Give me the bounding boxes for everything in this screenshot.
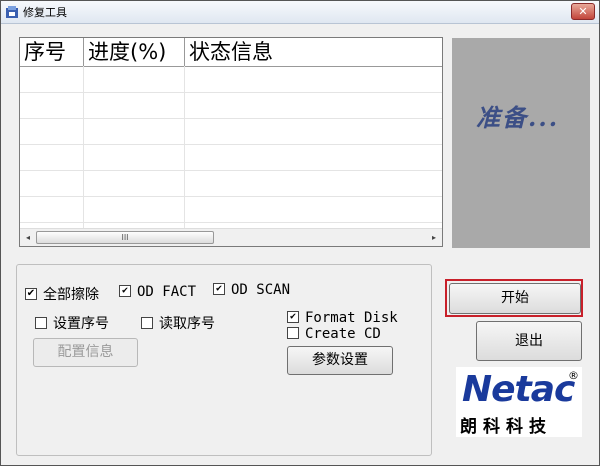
repair-tool-window: 修复工具 ✕ 序号 进度(%) 状态信息 ◂ III ▸ 准备... ✔ 全部擦除… [0,0,600,466]
checkbox-box[interactable]: ✔ [119,285,131,297]
grid-line [20,144,442,145]
checkbox-box[interactable] [141,317,153,329]
scroll-left-arrow-icon[interactable]: ◂ [22,231,34,244]
registered-mark: ® [568,369,579,382]
set-serial-label: 设置序号 [53,316,109,332]
read-serial-checkbox[interactable]: 读取序号 [141,313,215,332]
format-disk-label: Format Disk [305,310,398,326]
checkbox-box[interactable] [287,327,299,339]
config-info-button[interactable]: 配置信息 [33,338,138,367]
status-panel: 准备... [452,38,590,248]
grid-line [83,66,84,228]
logo-subtitle: 朗科科技 [460,417,552,437]
scroll-thumb[interactable]: III [36,231,214,244]
netac-logo: Netac ® 朗科科技 [456,367,582,437]
app-icon [6,6,18,18]
column-header-status[interactable]: 状态信息 [185,38,442,66]
list-header: 序号 进度(%) 状态信息 [20,38,442,67]
od-fact-checkbox[interactable]: ✔ OD FACT [119,284,196,300]
set-serial-checkbox[interactable]: 设置序号 [35,313,109,332]
horizontal-scrollbar[interactable]: ◂ III ▸ [20,228,442,246]
od-scan-checkbox[interactable]: ✔ OD SCAN [213,282,290,298]
grid-line [184,66,185,228]
grid-line [20,92,442,93]
column-header-index[interactable]: 序号 [20,38,84,66]
close-button[interactable]: ✕ [571,3,595,20]
column-header-progress[interactable]: 进度(%) [84,38,185,66]
checkbox-box[interactable]: ✔ [213,283,225,295]
status-list[interactable]: 序号 进度(%) 状态信息 ◂ III ▸ [19,37,443,247]
create-cd-checkbox[interactable]: Create CD [287,326,381,342]
checkbox-box[interactable] [35,317,47,329]
highlight-box [445,279,583,317]
erase-all-label: 全部擦除 [43,287,99,303]
read-serial-label: 读取序号 [159,316,215,332]
logo-wordmark: Netac [462,369,575,410]
window-title: 修复工具 [23,6,67,19]
od-scan-label: OD SCAN [231,282,291,298]
params-settings-button[interactable]: 参数设置 [287,346,393,375]
format-disk-checkbox[interactable]: ✔ Format Disk [287,310,398,326]
checkbox-box[interactable]: ✔ [25,288,37,300]
grid-line [20,118,442,119]
create-cd-label: Create CD [305,326,381,342]
exit-button[interactable]: 退出 [476,321,582,361]
checkbox-box[interactable]: ✔ [287,311,299,323]
grid-line [20,170,442,171]
status-text: 准备... [476,103,560,132]
erase-all-checkbox[interactable]: ✔ 全部擦除 [25,284,99,303]
grid-line [20,222,442,223]
od-fact-label: OD FACT [137,284,197,300]
scroll-right-arrow-icon[interactable]: ▸ [428,231,440,244]
grid-line [20,196,442,197]
title-bar[interactable]: 修复工具 ✕ [1,1,599,24]
